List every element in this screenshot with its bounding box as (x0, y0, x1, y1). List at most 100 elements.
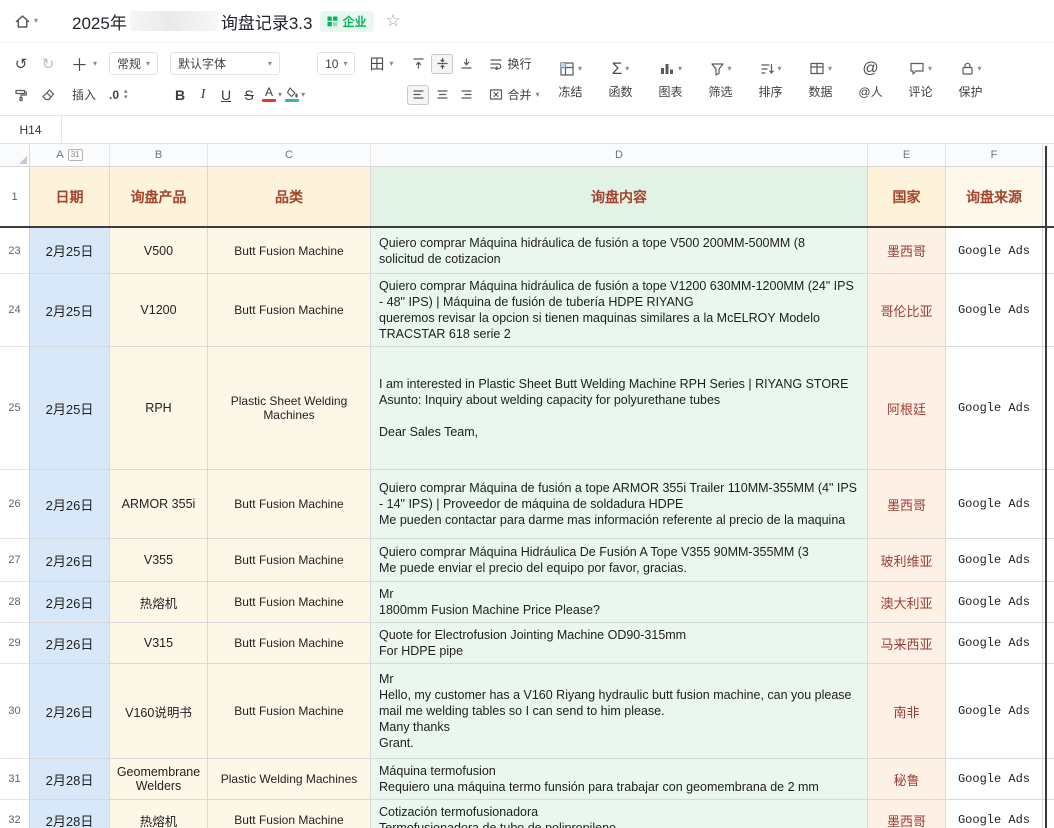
cell-a26[interactable]: 2月26日 (30, 470, 110, 539)
filter-button[interactable]: ▾ 筛选 (702, 59, 740, 100)
fill-color-button[interactable]: ▾ (285, 87, 305, 102)
cell-a27[interactable]: 2月26日 (30, 539, 110, 582)
cell-c30[interactable]: Butt Fusion Machine (208, 664, 371, 759)
column-header-d[interactable]: D (371, 144, 868, 166)
freeze-button[interactable]: ▾ 冻结 (552, 59, 590, 100)
cell-f25[interactable]: Google Ads (946, 347, 1043, 470)
star-icon[interactable]: ☆ (386, 11, 401, 31)
header-cell-category[interactable]: 品类 (208, 167, 371, 226)
data-button[interactable]: ▾ 数据 (802, 59, 840, 100)
column-header-f[interactable]: F (946, 144, 1043, 166)
cell-e27[interactable]: 玻利维亚 (868, 539, 946, 582)
home-button[interactable]: ▾ (14, 13, 38, 30)
align-left-button[interactable] (407, 84, 430, 105)
strikethrough-button[interactable]: S (239, 84, 259, 106)
cell-d30[interactable]: Mr Hello, my customer has a V160 Riyang … (371, 664, 868, 759)
italic-button[interactable]: I (193, 84, 213, 106)
vertical-align-bottom-button[interactable] (455, 54, 477, 74)
cell-a29[interactable]: 2月26日 (30, 623, 110, 664)
cell-e32[interactable]: 墨西哥 (868, 800, 946, 828)
column-header-b[interactable]: B (110, 144, 208, 166)
redo-button[interactable]: ↻ (37, 52, 59, 76)
cell-e23[interactable]: 墨西哥 (868, 228, 946, 274)
decimal-stepper[interactable]: ▴ ▾ (124, 88, 128, 101)
cell-f23[interactable]: Google Ads (946, 228, 1043, 274)
cell-e30[interactable]: 南非 (868, 664, 946, 759)
function-button[interactable]: Σ ▾ 函数 (602, 59, 640, 100)
cell-d32[interactable]: Cotización termofusionadora Termofusiona… (371, 800, 868, 828)
cell-b26[interactable]: ARMOR 355i (110, 470, 208, 539)
wrap-text-button[interactable]: 换行 (489, 53, 532, 75)
column-header-e[interactable]: E (868, 144, 946, 166)
header-cell-date[interactable]: 日期 (30, 167, 110, 226)
cell-b28[interactable]: 热熔机 (110, 582, 208, 623)
column-header-a[interactable]: A 31 (30, 144, 110, 166)
row-number[interactable]: 30 (0, 664, 30, 759)
cell-e29[interactable]: 马来西亚 (868, 623, 946, 664)
cell-d23[interactable]: Quiero comprar Máquina hidráulica de fus… (371, 228, 868, 274)
bold-button[interactable]: B (170, 84, 190, 106)
cell-e24[interactable]: 哥伦比亚 (868, 274, 946, 347)
row-number[interactable]: 1 (0, 167, 30, 226)
cell-e26[interactable]: 墨西哥 (868, 470, 946, 539)
cell-a25[interactable]: 2月25日 (30, 347, 110, 470)
row-number[interactable]: 24 (0, 274, 30, 347)
vertical-align-middle-button[interactable] (431, 53, 454, 74)
clear-format-button[interactable] (37, 83, 59, 107)
borders-button[interactable]: 田 ▾ (367, 52, 395, 75)
cell-c26[interactable]: Butt Fusion Machine (208, 470, 371, 539)
mention-button[interactable]: @ @人 (852, 59, 890, 100)
cell-e28[interactable]: 澳大利亚 (868, 582, 946, 623)
undo-button[interactable]: ↺ (10, 52, 32, 76)
align-right-button[interactable] (455, 85, 477, 105)
cell-b29[interactable]: V315 (110, 623, 208, 664)
cell-d25[interactable]: I am interested in Plastic Sheet Butt We… (371, 347, 868, 470)
header-cell-country[interactable]: 国家 (868, 167, 946, 226)
cell-a30[interactable]: 2月26日 (30, 664, 110, 759)
cell-f24[interactable]: Google Ads (946, 274, 1043, 347)
cell-f26[interactable]: Google Ads (946, 470, 1043, 539)
cell-f32[interactable]: Google Ads (946, 800, 1043, 828)
protect-button[interactable]: ▾ 保护 (952, 59, 990, 100)
header-cell-content[interactable]: 询盘内容 (371, 167, 868, 226)
insert-group[interactable]: ＋ ▾ 插入 (71, 50, 97, 109)
font-color-button[interactable]: A ▾ (262, 86, 282, 102)
row-number[interactable]: 32 (0, 800, 30, 828)
row-number[interactable]: 23 (0, 228, 30, 274)
number-format-dropdown[interactable]: 常规 ▾ (109, 52, 159, 75)
vertical-align-top-button[interactable] (407, 54, 429, 74)
cell-d28[interactable]: Mr 1800mm Fusion Machine Price Please? (371, 582, 868, 623)
cell-a31[interactable]: 2月28日 (30, 759, 110, 800)
cell-d27[interactable]: Quiero comprar Máquina Hidráulica De Fus… (371, 539, 868, 582)
cell-b32[interactable]: 热熔机 (110, 800, 208, 828)
comment-button[interactable]: ▾ 评论 (902, 59, 940, 100)
cell-d31[interactable]: Máquina termofusion Requiero una máquina… (371, 759, 868, 800)
select-all-button[interactable] (0, 144, 30, 166)
cell-c27[interactable]: Butt Fusion Machine (208, 539, 371, 582)
cell-f27[interactable]: Google Ads (946, 539, 1043, 582)
cell-c32[interactable]: Butt Fusion Machine (208, 800, 371, 828)
header-cell-source[interactable]: 询盘来源 (946, 167, 1043, 226)
cell-d24[interactable]: Quiero comprar Máquina hidráulica de fus… (371, 274, 868, 347)
cell-c24[interactable]: Butt Fusion Machine (208, 274, 371, 347)
cell-f28[interactable]: Google Ads (946, 582, 1043, 623)
cell-c28[interactable]: Butt Fusion Machine (208, 582, 371, 623)
cell-f30[interactable]: Google Ads (946, 664, 1043, 759)
cell-b25[interactable]: RPH (110, 347, 208, 470)
cell-b27[interactable]: V355 (110, 539, 208, 582)
row-number[interactable]: 29 (0, 623, 30, 664)
cell-c31[interactable]: Plastic Welding Machines (208, 759, 371, 800)
format-painter-button[interactable] (10, 83, 32, 107)
align-center-button[interactable] (431, 85, 453, 105)
cell-name-box[interactable]: H14 (0, 116, 62, 143)
cell-a32[interactable]: 2月28日 (30, 800, 110, 828)
cell-d29[interactable]: Quote for Electrofusion Jointing Machine… (371, 623, 868, 664)
formula-input[interactable] (62, 116, 1054, 143)
cell-a23[interactable]: 2月25日 (30, 228, 110, 274)
cell-e25[interactable]: 阿根廷 (868, 347, 946, 470)
row-number[interactable]: 25 (0, 347, 30, 470)
cell-f29[interactable]: Google Ads (946, 623, 1043, 664)
cell-c23[interactable]: Butt Fusion Machine (208, 228, 371, 274)
cell-d26[interactable]: Quiero comprar Máquina de fusión a tope … (371, 470, 868, 539)
chart-button[interactable]: ▾ 图表 (652, 59, 690, 100)
